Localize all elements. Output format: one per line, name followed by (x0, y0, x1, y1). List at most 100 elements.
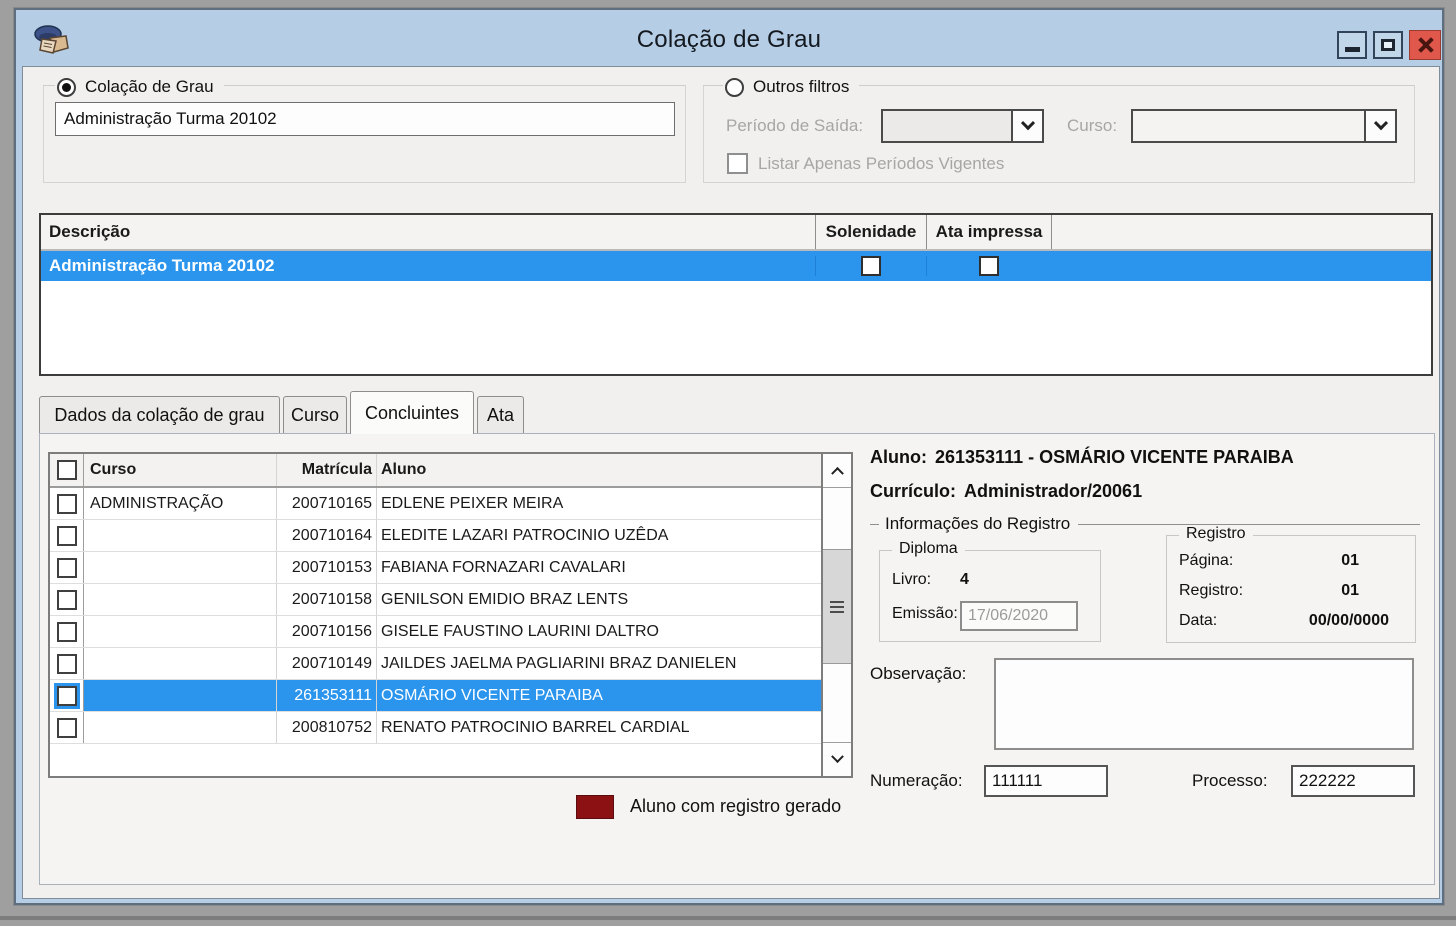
col-matricula[interactable]: Matrícula (276, 454, 376, 486)
concluintes-panel: Curso Matrícula Aluno ADMINISTRAÇÃO 2007… (39, 433, 1435, 885)
student-row-selected[interactable]: 261353111 OSMÁRIO VICENTE PARAIBA (50, 680, 821, 712)
registro-row: Registro: 01 (1179, 582, 1359, 600)
tab-dados-colacao[interactable]: Dados da colação de grau (39, 396, 280, 434)
row-checkbox[interactable] (57, 558, 77, 578)
cell-curso (84, 680, 276, 711)
ceremony-descricao: Administração Turma 20102 (41, 256, 815, 276)
curso-select-value (1133, 111, 1364, 141)
cell-curso (84, 552, 276, 583)
observacao-textarea[interactable] (994, 658, 1414, 750)
periodo-dropdown-button[interactable] (1011, 111, 1042, 141)
title-bar[interactable]: Colação de Grau (16, 10, 1442, 66)
ceremony-row-selected[interactable]: Administração Turma 20102 (41, 251, 1431, 281)
tab-ata[interactable]: Ata (477, 396, 524, 434)
minimize-button[interactable] (1337, 31, 1367, 59)
cell-curso (84, 616, 276, 647)
cell-matricula: 200710158 (276, 584, 376, 615)
cell-aluno: GENILSON EMIDIO BRAZ LENTS (376, 584, 821, 615)
col-empty (1051, 215, 1431, 249)
curso-dropdown-button[interactable] (1364, 111, 1395, 141)
aluno-line: Aluno:261353111 - OSMÁRIO VICENTE PARAIB… (870, 447, 1294, 468)
select-all-checkbox[interactable] (57, 460, 77, 480)
registro-value: 01 (1341, 582, 1359, 600)
cell-curso (84, 520, 276, 551)
radio-selected-icon[interactable] (57, 78, 76, 97)
chevron-up-icon (831, 467, 844, 480)
students-header: Curso Matrícula Aluno (50, 454, 821, 488)
data-label: Data: (1179, 612, 1217, 630)
cell-aluno: JAILDES JAELMA PAGLIARINI BRAZ DANIELEN (376, 648, 821, 679)
processo-input[interactable] (1291, 765, 1415, 797)
radio-unselected-icon[interactable] (725, 78, 744, 97)
vigentes-checkbox-row[interactable]: Listar Apenas Períodos Vigentes (727, 153, 1004, 174)
row-checkbox[interactable] (57, 686, 77, 706)
row-checkbox[interactable] (57, 526, 77, 546)
ceremonies-table: Descrição Solenidade Ata impressa Admini… (39, 213, 1433, 376)
cell-curso (84, 584, 276, 615)
close-button[interactable] (1409, 30, 1441, 60)
emissao-row: Emissão: (892, 605, 958, 623)
student-row[interactable]: ADMINISTRAÇÃO 200710165 EDLENE PEIXER ME… (50, 488, 821, 520)
vigentes-checkbox[interactable] (727, 153, 748, 174)
ata-impressa-checkbox[interactable] (979, 256, 999, 276)
cell-aluno: FABIANA FORNAZARI CAVALARI (376, 552, 821, 583)
outros-filtros-radio-label: Outros filtros (753, 77, 849, 97)
scroll-up-button[interactable] (823, 454, 851, 488)
tab-curso[interactable]: Curso (283, 396, 347, 434)
window-title: Colação de Grau (16, 26, 1442, 54)
desktop-edge (0, 916, 1456, 920)
livro-value: 4 (960, 571, 969, 589)
numeracao-input[interactable] (984, 765, 1108, 797)
cell-aluno: ELEDITE LAZARI PATROCINIO UZÊDA (376, 520, 821, 551)
col-ata-impressa[interactable]: Ata impressa (926, 215, 1051, 249)
solenidade-checkbox[interactable] (861, 256, 881, 276)
curriculo-label: Currículo: (870, 481, 956, 501)
row-checkbox[interactable] (57, 718, 77, 738)
diploma-groupbox: Diploma Livro: 4 Emissão: (879, 550, 1101, 642)
emissao-date-input[interactable] (960, 601, 1078, 631)
cell-matricula: 200710149 (276, 648, 376, 679)
student-row[interactable]: 200710158 GENILSON EMIDIO BRAZ LENTS (50, 584, 821, 616)
curso-filter-label: Curso: (1067, 116, 1117, 136)
periodo-saida-label: Período de Saída: (726, 116, 863, 136)
col-descricao[interactable]: Descrição (41, 215, 815, 249)
row-checkbox[interactable] (57, 494, 77, 514)
minimize-icon (1345, 47, 1360, 52)
row-checkbox[interactable] (57, 590, 77, 610)
scrollbar-thumb[interactable] (823, 549, 851, 664)
curriculo-line: Currículo:Administrador/20061 (870, 481, 1142, 502)
aluno-label: Aluno: (870, 447, 927, 467)
periodo-saida-select[interactable] (881, 109, 1044, 143)
close-icon (1416, 36, 1434, 54)
col-curso[interactable]: Curso (84, 454, 276, 486)
student-row[interactable]: 200710164 ELEDITE LAZARI PATROCINIO UZÊD… (50, 520, 821, 552)
student-row[interactable]: 200710153 FABIANA FORNAZARI CAVALARI (50, 552, 821, 584)
col-aluno[interactable]: Aluno (376, 454, 821, 486)
students-table: Curso Matrícula Aluno ADMINISTRAÇÃO 2007… (48, 452, 823, 778)
maximize-button[interactable] (1373, 31, 1403, 59)
curso-select[interactable] (1131, 109, 1397, 143)
ceremony-ata-cell (926, 256, 1051, 276)
student-row[interactable]: 200710149 JAILDES JAELMA PAGLIARINI BRAZ… (50, 648, 821, 680)
cell-curso (84, 712, 276, 743)
scroll-down-button[interactable] (823, 742, 851, 776)
periodo-saida-value (883, 111, 1011, 141)
outros-filtros-radio[interactable]: Outros filtros (723, 75, 859, 99)
colacao-radio[interactable]: Colação de Grau (55, 75, 224, 99)
client-area: Colação de Grau Outros filtros Período d… (22, 66, 1440, 899)
tab-concluintes[interactable]: Concluintes (350, 391, 474, 434)
col-solenidade[interactable]: Solenidade (815, 215, 926, 249)
colacao-search-input[interactable] (55, 102, 675, 136)
student-row[interactable]: 200710156 GISELE FAUSTINO LAURINI DALTRO (50, 616, 821, 648)
student-row[interactable]: 200810752 RENATO PATROCINIO BARREL CARDI… (50, 712, 821, 744)
processo-label: Processo: (1192, 771, 1268, 791)
registro-title: Registro (1179, 525, 1253, 543)
students-scrollbar[interactable] (823, 452, 853, 778)
emissao-label: Emissão: (892, 605, 958, 623)
cell-matricula: 200710165 (276, 488, 376, 519)
ceremony-solenidade-cell (815, 256, 926, 276)
row-checkbox[interactable] (57, 622, 77, 642)
cell-matricula: 200810752 (276, 712, 376, 743)
row-checkbox[interactable] (57, 654, 77, 674)
numeracao-label: Numeração: (870, 771, 963, 791)
